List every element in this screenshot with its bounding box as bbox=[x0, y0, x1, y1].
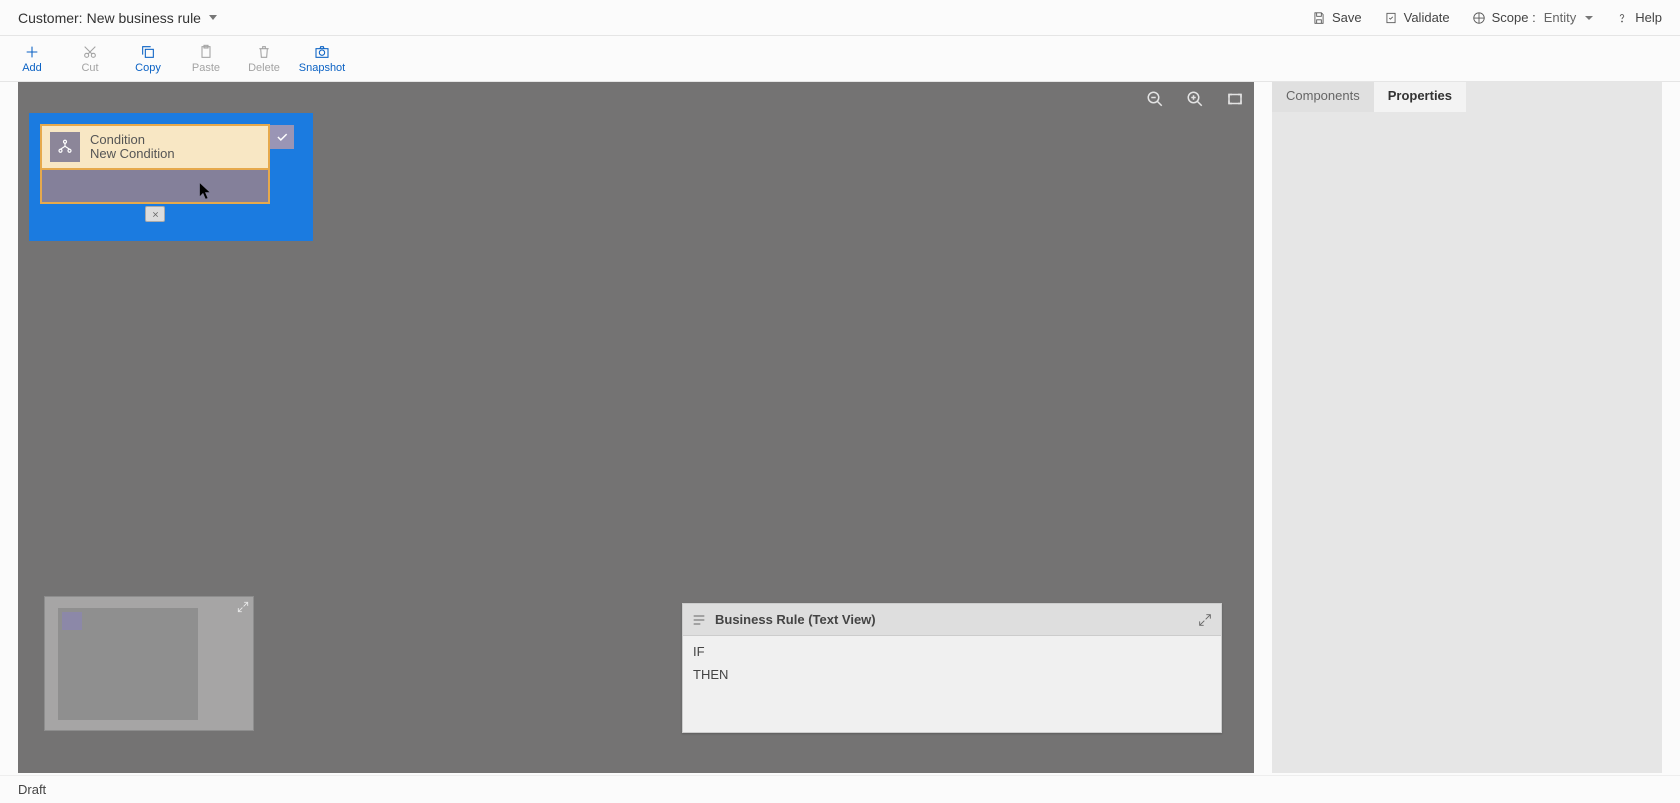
text-view-title: Business Rule (Text View) bbox=[715, 612, 876, 627]
minimap-viewport[interactable] bbox=[58, 608, 198, 720]
header-actions: Save Validate Scope : Entity Help bbox=[1312, 10, 1662, 25]
condition-kind: Condition bbox=[90, 133, 175, 147]
delete-label: Delete bbox=[248, 62, 280, 74]
snapshot-label: Snapshot bbox=[299, 62, 345, 74]
minimap-node-icon bbox=[62, 612, 82, 630]
minimap[interactable] bbox=[44, 596, 254, 731]
condition-icon bbox=[50, 132, 80, 162]
entity-label: Customer: bbox=[18, 10, 83, 26]
chevron-down-icon bbox=[1585, 16, 1593, 20]
side-tabs: Components Properties bbox=[1272, 82, 1662, 112]
help-button[interactable]: Help bbox=[1615, 10, 1662, 25]
scope-selector[interactable]: Scope : Entity bbox=[1472, 10, 1594, 25]
condition-node-selected[interactable]: Condition New Condition bbox=[30, 114, 312, 240]
scope-value: Entity bbox=[1544, 10, 1577, 25]
help-icon bbox=[1615, 11, 1629, 25]
cut-label: Cut bbox=[81, 62, 98, 74]
tab-properties[interactable]: Properties bbox=[1374, 82, 1466, 112]
tab-components[interactable]: Components bbox=[1272, 82, 1374, 112]
toolbar: Add Cut Copy Paste Delete Snapshot bbox=[0, 36, 1680, 82]
delete-icon bbox=[256, 44, 272, 60]
add-label: Add bbox=[22, 62, 42, 74]
condition-text: Condition New Condition bbox=[90, 133, 175, 162]
text-view-panel: Business Rule (Text View) IF THEN bbox=[682, 603, 1222, 733]
delete-button[interactable]: Delete bbox=[240, 38, 288, 80]
scope-icon bbox=[1472, 11, 1486, 25]
rule-name: New business rule bbox=[87, 10, 201, 26]
add-button[interactable]: Add bbox=[8, 38, 56, 80]
text-view-body: IF THEN bbox=[683, 636, 1221, 698]
page-title[interactable]: Customer: New business rule bbox=[18, 10, 217, 26]
text-view-header: Business Rule (Text View) bbox=[683, 604, 1221, 636]
header-bar: Customer: New business rule Save Validat… bbox=[0, 0, 1680, 36]
help-label: Help bbox=[1635, 10, 1662, 25]
canvas-controls bbox=[1144, 88, 1246, 110]
side-panel: Components Properties bbox=[1272, 82, 1662, 773]
status-label: Draft bbox=[18, 782, 46, 797]
paste-button[interactable]: Paste bbox=[182, 38, 230, 80]
cut-button[interactable]: Cut bbox=[66, 38, 114, 80]
zoom-out-button[interactable] bbox=[1144, 88, 1166, 110]
properties-body bbox=[1272, 112, 1662, 773]
paste-icon bbox=[198, 44, 214, 60]
fit-screen-button[interactable] bbox=[1224, 88, 1246, 110]
condition-body[interactable] bbox=[42, 168, 268, 202]
camera-icon bbox=[314, 44, 330, 60]
snapshot-button[interactable]: Snapshot bbox=[298, 38, 346, 80]
copy-button[interactable]: Copy bbox=[124, 38, 172, 80]
validate-label: Validate bbox=[1404, 10, 1450, 25]
paste-label: Paste bbox=[192, 62, 220, 74]
chevron-down-icon[interactable] bbox=[209, 15, 217, 20]
node-collapse-button[interactable] bbox=[145, 206, 165, 222]
main-area: Condition New Condition bbox=[18, 82, 1662, 773]
save-icon bbox=[1312, 11, 1326, 25]
expand-icon[interactable] bbox=[236, 600, 250, 614]
save-button[interactable]: Save bbox=[1312, 10, 1362, 25]
expand-icon[interactable] bbox=[1197, 612, 1213, 628]
plus-icon bbox=[24, 44, 40, 60]
condition-node[interactable]: Condition New Condition bbox=[40, 124, 270, 204]
cut-icon bbox=[82, 44, 98, 60]
scope-label: Scope : bbox=[1492, 10, 1536, 25]
designer-canvas[interactable]: Condition New Condition bbox=[18, 82, 1254, 773]
save-label: Save bbox=[1332, 10, 1362, 25]
validate-icon bbox=[1384, 11, 1398, 25]
node-valid-icon bbox=[270, 125, 294, 149]
copy-label: Copy bbox=[135, 62, 161, 74]
if-label: IF bbox=[693, 644, 1211, 659]
condition-title: New Condition bbox=[90, 147, 175, 161]
zoom-in-button[interactable] bbox=[1184, 88, 1206, 110]
then-label: THEN bbox=[693, 667, 1211, 682]
validate-button[interactable]: Validate bbox=[1384, 10, 1450, 25]
text-view-icon bbox=[691, 612, 707, 628]
copy-icon bbox=[140, 44, 156, 60]
status-bar: Draft bbox=[0, 775, 1680, 803]
